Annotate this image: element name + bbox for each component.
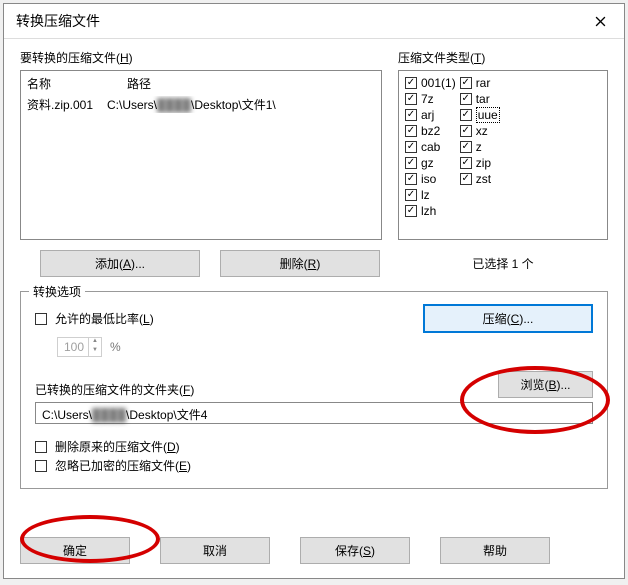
type-checkbox[interactable]	[405, 77, 417, 89]
type-item-iso[interactable]: iso	[405, 171, 456, 187]
ok-button[interactable]: 确定	[20, 537, 130, 564]
min-ratio-row: 允许的最低比率(L)	[35, 310, 154, 327]
files-label: 要转换的压缩文件(H)	[20, 49, 382, 66]
add-button[interactable]: 添加(A)...	[40, 250, 200, 277]
min-ratio-label: 允许的最低比率(L)	[55, 310, 154, 327]
col-name[interactable]: 名称	[27, 75, 107, 92]
folder-path-input[interactable]: C:\Users\████\Desktop\文件4	[35, 402, 593, 424]
type-label: xz	[476, 124, 488, 138]
type-checkbox[interactable]	[460, 173, 472, 185]
type-checkbox[interactable]	[460, 109, 472, 121]
dialog-buttons: 确定 取消 保存(S) 帮助	[4, 527, 624, 578]
type-label: uue	[476, 107, 500, 123]
type-checkbox[interactable]	[405, 205, 417, 217]
min-ratio-value: 100	[58, 340, 88, 354]
folder-label: 已转换的压缩文件的文件夹(F)	[35, 381, 194, 398]
type-item-001(1)[interactable]: 001(1)	[405, 75, 456, 91]
delete-orig-checkbox[interactable]	[35, 441, 47, 453]
type-item-lz[interactable]: lz	[405, 187, 456, 203]
type-checkbox[interactable]	[405, 93, 417, 105]
dialog-content: 要转换的压缩文件(H) 名称 路径 资料.zip.001 C:\Users\██…	[4, 39, 624, 527]
min-ratio-spinner[interactable]: 100 ▲▼	[57, 337, 102, 357]
type-item-tar[interactable]: tar	[460, 91, 500, 107]
type-label: zip	[476, 156, 491, 170]
type-item-gz[interactable]: gz	[405, 155, 456, 171]
type-label: tar	[476, 92, 490, 106]
type-list: 001(1) 7z arj bz2 cab gz iso lz lzh rar taruuexz z…	[398, 70, 608, 240]
type-checkbox[interactable]	[460, 141, 472, 153]
type-item-lzh[interactable]: lzh	[405, 203, 456, 219]
window-title: 转换压缩文件	[16, 11, 100, 31]
close-button[interactable]	[584, 10, 616, 32]
min-ratio-checkbox[interactable]	[35, 313, 47, 325]
type-checkbox[interactable]	[460, 77, 472, 89]
options-legend: 转换选项	[29, 283, 85, 300]
file-list[interactable]: 名称 路径 资料.zip.001 C:\Users\████\Desktop\文…	[20, 70, 382, 240]
type-checkbox[interactable]	[405, 189, 417, 201]
type-checkbox[interactable]	[405, 125, 417, 137]
type-checkbox[interactable]	[405, 141, 417, 153]
type-label: rar	[476, 76, 491, 90]
type-item-7z[interactable]: 7z	[405, 91, 456, 107]
type-item-zst[interactable]: zst	[460, 171, 500, 187]
type-item-zip[interactable]: zip	[460, 155, 500, 171]
type-label: 001(1)	[421, 76, 456, 90]
type-label: bz2	[421, 124, 440, 138]
file-list-row[interactable]: 资料.zip.001 C:\Users\████\Desktop\文件1\	[27, 96, 375, 113]
type-label: zst	[476, 172, 491, 186]
type-label: cab	[421, 140, 440, 154]
type-item-xz[interactable]: xz	[460, 123, 500, 139]
spinner-buttons[interactable]: ▲▼	[88, 338, 101, 356]
type-item-z[interactable]: z	[460, 139, 500, 155]
skip-enc-checkbox[interactable]	[35, 460, 47, 472]
file-list-header: 名称 路径	[27, 75, 375, 92]
delete-orig-row: 删除原来的压缩文件(D)	[35, 438, 593, 455]
type-checkbox[interactable]	[460, 157, 472, 169]
type-col-1: 001(1) 7z arj bz2 cab gz iso lz lzh	[405, 75, 456, 235]
skip-enc-row: 忽略已加密的压缩文件(E)	[35, 457, 593, 474]
close-icon	[595, 16, 606, 27]
type-label: gz	[421, 156, 434, 170]
types-label: 压缩文件类型(T)	[398, 49, 608, 66]
type-item-uue[interactable]: uue	[460, 107, 500, 123]
type-checkbox[interactable]	[405, 173, 417, 185]
type-item-cab[interactable]: cab	[405, 139, 456, 155]
type-label: arj	[421, 108, 434, 122]
type-checkbox[interactable]	[460, 93, 472, 105]
type-item-bz2[interactable]: bz2	[405, 123, 456, 139]
type-label: lz	[421, 188, 430, 202]
save-button[interactable]: 保存(S)	[300, 537, 410, 564]
dialog-window: 转换压缩文件 要转换的压缩文件(H) 名称 路径 资料.zip.001	[3, 3, 625, 579]
type-label: z	[476, 140, 482, 154]
file-name: 资料.zip.001	[27, 96, 107, 113]
type-label: lzh	[421, 204, 436, 218]
delete-orig-label: 删除原来的压缩文件(D)	[55, 438, 180, 455]
options-fieldset: 转换选项 允许的最低比率(L) 压缩(C)... 100 ▲▼ %	[20, 291, 608, 489]
titlebar: 转换压缩文件	[4, 4, 624, 39]
compress-button[interactable]: 压缩(C)...	[423, 304, 593, 333]
remove-button[interactable]: 删除(R)	[220, 250, 380, 277]
type-label: iso	[421, 172, 436, 186]
type-item-rar[interactable]: rar	[460, 75, 500, 91]
skip-enc-label: 忽略已加密的压缩文件(E)	[55, 457, 191, 474]
type-checkbox[interactable]	[460, 125, 472, 137]
col-path[interactable]: 路径	[127, 75, 375, 92]
help-button[interactable]: 帮助	[440, 537, 550, 564]
type-col-2: rar taruuexz z zip zst	[460, 75, 500, 235]
type-label: 7z	[421, 92, 434, 106]
browse-button[interactable]: 浏览(B)...	[498, 371, 593, 398]
type-item-arj[interactable]: arj	[405, 107, 456, 123]
percent-label: %	[110, 340, 121, 354]
file-path: C:\Users\████\Desktop\文件1\	[107, 96, 375, 113]
type-checkbox[interactable]	[405, 109, 417, 121]
type-checkbox[interactable]	[405, 157, 417, 169]
cancel-button[interactable]: 取消	[160, 537, 270, 564]
selected-count: 已选择 1 个	[398, 255, 608, 272]
